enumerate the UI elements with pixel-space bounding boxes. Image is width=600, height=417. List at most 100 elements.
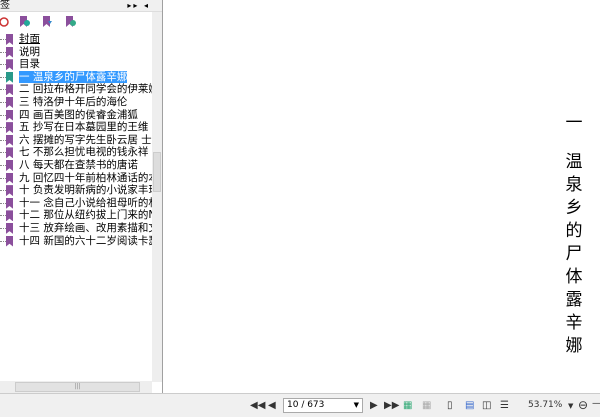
prev-page-icon[interactable]: ◀	[268, 400, 276, 411]
two-page-icon[interactable]: ◫	[482, 400, 491, 411]
bookmark-label: 封面	[19, 33, 40, 45]
bookmark-label: 四 画百美图的侯睿金浦狐	[19, 108, 138, 121]
bookmark-icon	[6, 172, 13, 184]
bookmark-icon	[6, 197, 13, 209]
tree-line	[0, 51, 6, 53]
bookmark-icon	[6, 147, 13, 159]
bookmark-item[interactable]: 二 回拉布格开同学会的伊莱娜	[0, 83, 152, 96]
edit-bookmark-icon[interactable]	[65, 16, 77, 28]
bookmark-item[interactable]: 目录	[0, 58, 152, 71]
bookmark-icon	[6, 34, 13, 45]
add-bookmark-icon[interactable]	[19, 16, 31, 28]
go-bookmark-icon[interactable]	[42, 16, 54, 28]
bookmark-item[interactable]: 十二 那位从纽约拔上门来的NBA迷	[0, 209, 152, 222]
tree-line	[0, 114, 6, 116]
bookmark-label: 十 负责发明新病的小说家丰玮	[19, 184, 152, 197]
bookmark-label: 一 温泉乡的尸体露辛娜	[19, 70, 128, 83]
bookmark-label: 二 回拉布格开同学会的伊莱娜	[19, 83, 152, 96]
bookmark-icon	[6, 84, 13, 96]
prev-view-icon[interactable]: ▦	[403, 400, 412, 411]
bottom-toolbar: ◀◀ ◀ 10 / 673 ▼ ▶ ▶▶ ▦ ▦ ▯ ▤ ◫ ☰ 53.71% ▼…	[0, 393, 600, 417]
horizontal-scrollbar[interactable]: |||	[0, 381, 152, 393]
tree-line	[0, 202, 6, 204]
panel-collapse-buttons[interactable]: ▸▸ ◂	[127, 0, 150, 12]
bookmark-label: 说明	[19, 45, 40, 58]
tree-line	[0, 227, 6, 229]
bookmark-icon	[6, 122, 13, 134]
chevron-down-icon[interactable]: ▼	[354, 399, 359, 412]
bookmark-item[interactable]: 五 抄写在日本墓园里的王维	[0, 121, 152, 134]
zoom-level[interactable]: 53.71%	[528, 400, 562, 410]
tree-line	[0, 76, 6, 78]
bookmark-label: 十一 念自己小说给祖母听的林俊颖	[19, 196, 152, 209]
bookmark-label: 五 抄写在日本墓园里的王维	[19, 121, 149, 134]
bookmark-item[interactable]: 九 回忆四十年前柏林通话的本雅明	[0, 172, 152, 185]
bookmark-tree: 封面 说明 目录一 温泉乡的尸体露辛娜二 回拉布格开同学会的伊莱娜三 特洛伊十年后的…	[0, 33, 152, 247]
tree-line	[0, 190, 6, 192]
bookmark-label: 目录	[19, 58, 40, 71]
scrollbar-thumb[interactable]: |||	[15, 382, 140, 392]
tree-line	[0, 177, 6, 179]
single-page-icon[interactable]: ▯	[447, 400, 453, 411]
zoom-dropdown-icon[interactable]: ▼	[568, 402, 573, 410]
continuous-page-icon[interactable]: ▤	[465, 400, 474, 411]
bookmark-label: 七 不那么担忧电视的钱永祥	[19, 146, 149, 159]
bookmark-label: 十三 放弃绘画、改用素描和文字的汶	[19, 221, 152, 234]
bookmark-icon	[6, 46, 13, 58]
bookmark-item[interactable]: 说明	[0, 46, 152, 59]
bookmark-item[interactable]: 七 不那么担忧电视的钱永祥	[0, 146, 152, 159]
zoom-slider[interactable]: —	[592, 398, 600, 409]
tree-line	[0, 164, 6, 166]
bookmark-label: 三 特洛伊十年后的海伦	[19, 95, 128, 108]
bookmark-icon	[6, 71, 13, 83]
bookmark-icon	[6, 159, 13, 171]
bookmark-label: 九 回忆四十年前柏林通话的本雅明	[19, 171, 152, 184]
bookmark-item[interactable]: 十一 念自己小说给祖母听的林俊颖	[0, 197, 152, 210]
fit-icon[interactable]: ☰	[500, 400, 509, 411]
chapter-number: 一	[565, 113, 583, 133]
bookmark-icon	[6, 235, 13, 247]
tree-line	[0, 152, 6, 154]
document-view[interactable]	[165, 0, 600, 393]
delete-bookmark-icon[interactable]	[0, 16, 12, 28]
tree-line	[0, 64, 6, 66]
bookmark-item[interactable]: 封面	[0, 33, 152, 46]
tree-line	[0, 215, 6, 217]
bookmark-icon	[6, 210, 13, 222]
vertical-scrollbar[interactable]	[152, 12, 162, 382]
panel-header: 签 ▸▸ ◂	[0, 0, 162, 12]
tree-line	[0, 127, 6, 129]
bookmark-item[interactable]: 十三 放弃绘画、改用素描和文字的汶	[0, 222, 152, 235]
zoom-out-icon[interactable]: ⊖	[578, 398, 588, 412]
bookmark-toolbar	[0, 12, 162, 32]
bookmark-label: 八 每天都在查禁书的唐诺	[19, 158, 138, 171]
bookmark-icon	[6, 109, 13, 121]
tree-line	[0, 39, 6, 40]
next-page-icon[interactable]: ▶	[370, 400, 378, 411]
bookmark-item[interactable]: 八 每天都在查禁书的唐诺	[0, 159, 152, 172]
page-input[interactable]: 10 / 673 ▼	[283, 398, 363, 413]
bookmark-label: 十二 那位从纽约拔上门来的NBA迷	[19, 209, 152, 222]
chapter-title: 一 温泉乡的尸体露辛娜	[564, 112, 584, 358]
bookmark-item[interactable]: 十四 新国的六十二岁阅读卡瑟尔	[0, 235, 152, 248]
scrollbar-thumb[interactable]	[153, 152, 161, 192]
next-view-icon[interactable]: ▦	[422, 400, 431, 411]
bookmarks-panel: 签 ▸▸ ◂ 封面 说明 目录一 温泉乡的尸体露辛娜二 回拉布格开同学会的伊莱娜三 …	[0, 0, 163, 393]
bookmark-item[interactable]: 三 特洛伊十年后的海伦	[0, 96, 152, 109]
bookmark-icon	[6, 59, 13, 71]
bookmark-item[interactable]: 六 摆摊的写字先生卧云居 士	[0, 134, 152, 147]
bookmark-item[interactable]: 四 画百美图的侯睿金浦狐	[0, 109, 152, 122]
page-value: 10 / 673	[287, 400, 325, 410]
bookmark-icon	[6, 222, 13, 234]
last-page-icon[interactable]: ▶▶	[384, 400, 399, 411]
tree-line	[0, 139, 6, 141]
bookmark-item[interactable]: 一 温泉乡的尸体露辛娜	[0, 70, 152, 84]
bookmark-item[interactable]: 十 负责发明新病的小说家丰玮	[0, 184, 152, 197]
panel-title: 签	[0, 0, 10, 11]
bookmark-label: 十四 新国的六十二岁阅读卡瑟尔	[19, 234, 152, 247]
tree-line	[0, 240, 6, 242]
bookmark-icon	[6, 96, 13, 108]
first-page-icon[interactable]: ◀◀	[250, 400, 265, 411]
tree-line	[0, 89, 6, 91]
bookmark-icon	[6, 185, 13, 197]
